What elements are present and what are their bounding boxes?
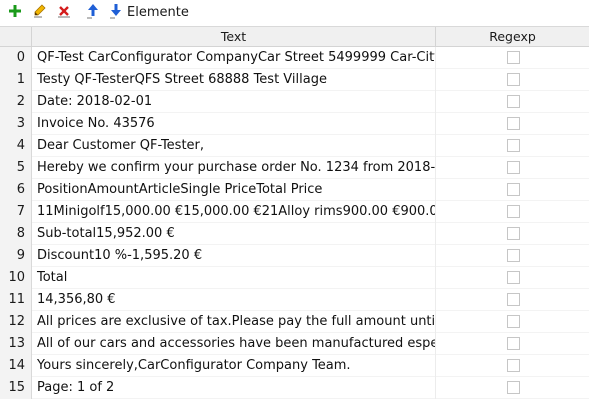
arrow-down-icon — [110, 4, 121, 19]
pencil-icon — [34, 4, 46, 18]
elements-table: Text Regexp 0 QF-Test CarConfigurator Com… — [0, 26, 589, 399]
row-index: 2 — [0, 91, 32, 113]
regexp-checkbox[interactable] — [507, 117, 520, 130]
regexp-checkbox[interactable] — [507, 249, 520, 262]
text-cell[interactable]: Testy QF-TesterQFS Street 68888 Test Vil… — [32, 69, 436, 91]
table-row[interactable]: 11 14,356,80 € — [0, 289, 589, 311]
row-index: 13 — [0, 333, 32, 355]
text-cell[interactable]: PositionAmountArticleSingle PriceTotal P… — [32, 179, 436, 201]
panel-title: Elemente — [127, 5, 189, 20]
regexp-cell — [436, 289, 589, 311]
regexp-cell — [436, 245, 589, 267]
regexp-checkbox[interactable] — [507, 205, 520, 218]
text-cell[interactable]: Total — [32, 267, 436, 289]
regexp-cell — [436, 157, 589, 179]
plus-icon — [9, 5, 21, 17]
row-index: 12 — [0, 311, 32, 333]
row-index: 15 — [0, 377, 32, 399]
table-row[interactable]: 14 Yours sincerely,CarConfigurator Compan… — [0, 355, 589, 377]
regexp-checkbox[interactable] — [507, 271, 520, 284]
table-row[interactable]: 15 Page: 1 of 2 — [0, 377, 589, 399]
row-index: 6 — [0, 179, 32, 201]
regexp-checkbox[interactable] — [507, 51, 520, 64]
elements-panel: Elemente Text Regexp 0 QF-Test CarConfigu… — [0, 0, 589, 399]
text-cell[interactable]: Hereby we confirm your purchase order No… — [32, 157, 436, 179]
regexp-cell — [436, 311, 589, 333]
table-row[interactable]: 13 All of our cars and accessories have b… — [0, 333, 589, 355]
table-row[interactable]: 12 All prices are exclusive of tax.Please… — [0, 311, 589, 333]
regexp-checkbox[interactable] — [507, 183, 520, 196]
text-cell[interactable]: All prices are exclusive of tax.Please p… — [32, 311, 436, 333]
table-row[interactable]: 4 Dear Customer QF-Tester, — [0, 135, 589, 157]
regexp-cell — [436, 135, 589, 157]
arrow-up-icon — [87, 4, 98, 19]
text-cell[interactable]: Discount10 %-1,595.20 € — [32, 245, 436, 267]
row-index: 8 — [0, 223, 32, 245]
regexp-cell — [436, 333, 589, 355]
regexp-cell — [436, 91, 589, 113]
row-index: 7 — [0, 201, 32, 223]
regexp-cell — [436, 69, 589, 91]
delete-button[interactable] — [55, 2, 73, 20]
regexp-checkbox[interactable] — [507, 227, 520, 240]
edit-button[interactable] — [31, 2, 49, 20]
row-index: 0 — [0, 47, 32, 69]
text-cell[interactable]: Invoice No. 43576 — [32, 113, 436, 135]
table-header: Text Regexp — [0, 27, 589, 47]
regexp-column-header[interactable]: Regexp — [436, 27, 589, 46]
regexp-checkbox[interactable] — [507, 359, 520, 372]
regexp-checkbox[interactable] — [507, 161, 520, 174]
table-row[interactable]: 1 Testy QF-TesterQFS Street 68888 Test Vi… — [0, 69, 589, 91]
text-cell[interactable]: Date: 2018-02-01 — [32, 91, 436, 113]
regexp-cell — [436, 113, 589, 135]
row-index: 4 — [0, 135, 32, 157]
text-cell[interactable]: Dear Customer QF-Tester, — [32, 135, 436, 157]
move-up-button[interactable] — [84, 2, 102, 20]
table-row[interactable]: 0 QF-Test CarConfigurator CompanyCar Stre… — [0, 47, 589, 69]
regexp-checkbox[interactable] — [507, 139, 520, 152]
regexp-cell — [436, 267, 589, 289]
regexp-cell — [436, 179, 589, 201]
table-row[interactable]: 9 Discount10 %-1,595.20 € — [0, 245, 589, 267]
regexp-checkbox[interactable] — [507, 73, 520, 86]
text-cell[interactable]: 11Minigolf15,000.00 €15,000.00 €21Alloy … — [32, 201, 436, 223]
row-index: 3 — [0, 113, 32, 135]
text-column-header[interactable]: Text — [32, 27, 436, 46]
move-down-button[interactable] — [107, 2, 125, 20]
regexp-checkbox[interactable] — [507, 315, 520, 328]
toolbar: Elemente — [0, 0, 589, 24]
text-cell[interactable]: Sub-total15,952.00 € — [32, 223, 436, 245]
regexp-cell — [436, 355, 589, 377]
text-cell[interactable]: Yours sincerely,CarConfigurator Company … — [32, 355, 436, 377]
regexp-cell — [436, 223, 589, 245]
regexp-checkbox[interactable] — [507, 293, 520, 306]
row-index: 14 — [0, 355, 32, 377]
text-cell[interactable]: Page: 1 of 2 — [32, 377, 436, 399]
regexp-checkbox[interactable] — [507, 381, 520, 394]
row-index: 1 — [0, 69, 32, 91]
row-index: 5 — [0, 157, 32, 179]
text-cell[interactable]: QF-Test CarConfigurator CompanyCar Stree… — [32, 47, 436, 69]
table-row[interactable]: 7 11Minigolf15,000.00 €15,000.00 €21Alloy… — [0, 201, 589, 223]
row-index: 11 — [0, 289, 32, 311]
table-row[interactable]: 3 Invoice No. 43576 — [0, 113, 589, 135]
regexp-cell — [436, 201, 589, 223]
regexp-cell — [436, 47, 589, 69]
index-column-header[interactable] — [0, 27, 32, 46]
table-row[interactable]: 2 Date: 2018-02-01 — [0, 91, 589, 113]
regexp-cell — [436, 377, 589, 399]
x-icon — [58, 6, 70, 18]
table-row[interactable]: 8 Sub-total15,952.00 € — [0, 223, 589, 245]
row-index: 9 — [0, 245, 32, 267]
regexp-checkbox[interactable] — [507, 95, 520, 108]
row-index: 10 — [0, 267, 32, 289]
table-row[interactable]: 10 Total — [0, 267, 589, 289]
table-body: 0 QF-Test CarConfigurator CompanyCar Stre… — [0, 47, 589, 399]
table-row[interactable]: 6 PositionAmountArticleSingle PriceTotal … — [0, 179, 589, 201]
table-row[interactable]: 5 Hereby we confirm your purchase order N… — [0, 157, 589, 179]
text-cell[interactable]: 14,356,80 € — [32, 289, 436, 311]
text-cell[interactable]: All of our cars and accessories have bee… — [32, 333, 436, 355]
add-button[interactable] — [6, 2, 24, 20]
regexp-checkbox[interactable] — [507, 337, 520, 350]
